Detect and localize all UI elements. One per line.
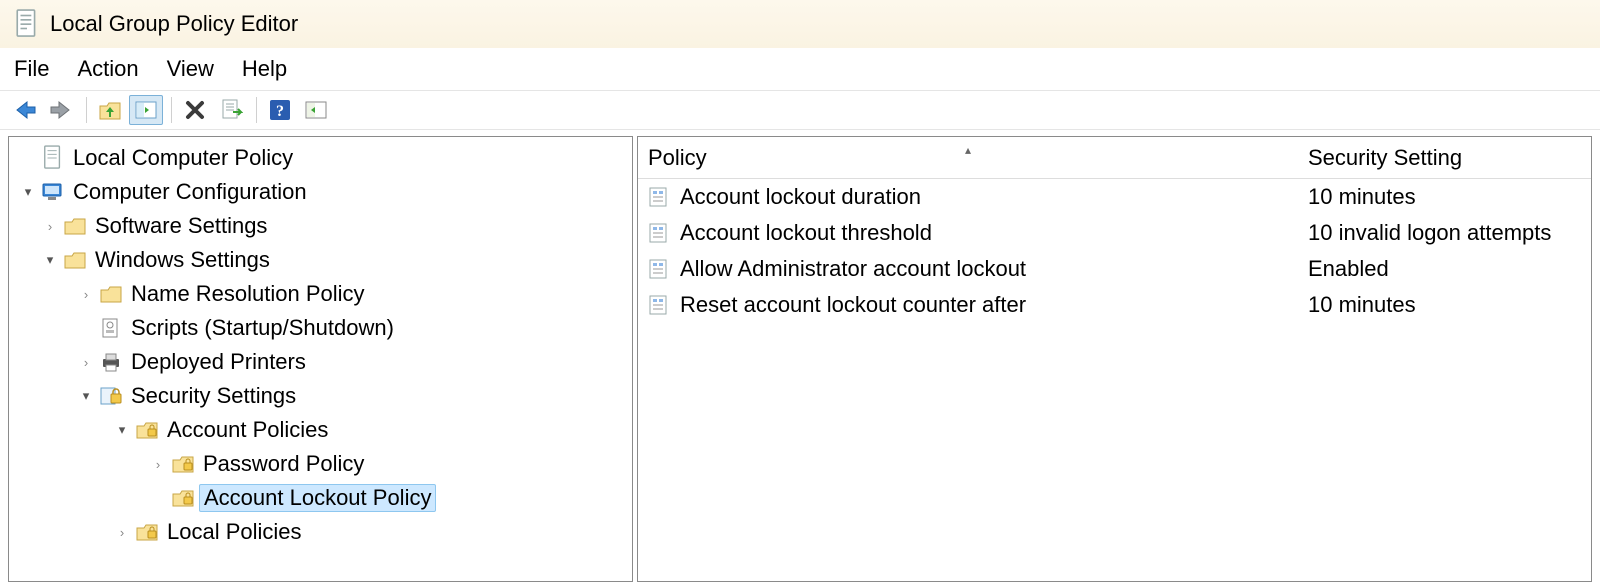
policy-tree[interactable]: ▶ Local Computer Policy ▾ Computer Confi… — [9, 137, 632, 549]
tree-pane[interactable]: ▶ Local Computer Policy ▾ Computer Confi… — [8, 136, 633, 582]
tree-label: Scripts (Startup/Shutdown) — [131, 315, 394, 341]
main-split: ▶ Local Computer Policy ▾ Computer Confi… — [0, 130, 1600, 582]
toggle-pane-button[interactable] — [299, 95, 333, 125]
tree-node-deployed-printers[interactable]: › Deployed Printers — [19, 345, 632, 379]
toolbar-separator — [171, 97, 172, 123]
tree-label: Name Resolution Policy — [131, 281, 365, 307]
policy-name: Reset account lockout counter after — [680, 292, 1026, 318]
menu-file[interactable]: File — [14, 56, 49, 82]
tree-label: Account Lockout Policy — [199, 484, 436, 512]
policy-value: 10 minutes — [1298, 292, 1591, 318]
list-pane[interactable]: ▴ Policy Security Setting Account lockou… — [637, 136, 1592, 582]
tree-node-security-settings[interactable]: ▾ Security Settings — [19, 379, 632, 413]
policy-name: Account lockout threshold — [680, 220, 932, 246]
folder-icon — [63, 214, 87, 238]
show-hide-tree-button[interactable] — [129, 95, 163, 125]
policy-item-icon — [648, 222, 670, 244]
column-label: Security Setting — [1308, 145, 1462, 170]
list-item[interactable]: Account lockout duration 10 minutes — [638, 179, 1591, 215]
forward-button[interactable] — [44, 95, 78, 125]
tree-node-computer-configuration[interactable]: ▾ Computer Configuration — [19, 175, 632, 209]
gpedit-icon — [41, 146, 65, 170]
sort-ascending-icon: ▴ — [965, 143, 971, 157]
tree-label: Deployed Printers — [131, 349, 306, 375]
list-item[interactable]: Reset account lockout counter after 10 m… — [638, 287, 1591, 323]
gpedit-icon — [14, 9, 40, 39]
toolbar-separator — [256, 97, 257, 123]
tree-label: Account Policies — [167, 417, 328, 443]
title-bar: Local Group Policy Editor — [0, 0, 1600, 48]
tree-label: Computer Configuration — [73, 179, 307, 205]
tree-node-scripts[interactable]: › Scripts (Startup/Shutdown) — [19, 311, 632, 345]
tree-label: Software Settings — [95, 213, 267, 239]
policy-item-icon — [648, 294, 670, 316]
column-header-security-setting[interactable]: Security Setting — [1298, 145, 1591, 171]
policy-name: Allow Administrator account lockout — [680, 256, 1026, 282]
expander-closed-icon[interactable]: › — [77, 285, 95, 303]
menu-help[interactable]: Help — [242, 56, 287, 82]
expander-closed-icon[interactable]: › — [149, 455, 167, 473]
policy-item-icon — [648, 258, 670, 280]
export-list-button[interactable] — [214, 95, 248, 125]
column-header-policy[interactable]: ▴ Policy — [638, 145, 1298, 171]
toolbar-separator — [86, 97, 87, 123]
svg-text:?: ? — [276, 103, 284, 120]
list-item[interactable]: Allow Administrator account lockout Enab… — [638, 251, 1591, 287]
tree-label: Local Policies — [167, 519, 302, 545]
expander-open-icon[interactable]: ▾ — [77, 387, 95, 405]
folder-icon — [99, 282, 123, 306]
toolbar: ? — [0, 90, 1600, 130]
tree-node-software-settings[interactable]: › Software Settings — [19, 209, 632, 243]
policy-value: 10 invalid logon attempts — [1298, 220, 1591, 246]
tree-label: Windows Settings — [95, 247, 270, 273]
menu-view[interactable]: View — [167, 56, 214, 82]
expander-open-icon[interactable]: ▾ — [19, 183, 37, 201]
scripts-icon — [99, 316, 123, 340]
policy-name: Account lockout duration — [680, 184, 921, 210]
tree-node-local-policies[interactable]: › Local Policies — [19, 515, 632, 549]
policy-item-icon — [648, 186, 670, 208]
expander-closed-icon[interactable]: › — [113, 523, 131, 541]
folder-lock-icon — [171, 486, 195, 510]
tree-node-account-lockout-policy[interactable]: › Account Lockout Policy — [19, 481, 632, 515]
expander-closed-icon[interactable]: › — [41, 217, 59, 235]
printer-icon — [99, 350, 123, 374]
tree-label: Local Computer Policy — [73, 145, 293, 171]
menu-action[interactable]: Action — [77, 56, 138, 82]
expander-open-icon[interactable]: ▾ — [113, 421, 131, 439]
column-label: Policy — [648, 145, 707, 170]
menu-bar: File Action View Help — [0, 48, 1600, 90]
tree-node-password-policy[interactable]: › Password Policy — [19, 447, 632, 481]
policy-value: 10 minutes — [1298, 184, 1591, 210]
tree-node-root[interactable]: ▶ Local Computer Policy — [19, 141, 632, 175]
list-item[interactable]: Account lockout threshold 10 invalid log… — [638, 215, 1591, 251]
tree-node-account-policies[interactable]: ▾ Account Policies — [19, 413, 632, 447]
up-button[interactable] — [93, 95, 127, 125]
computer-icon — [41, 180, 65, 204]
folder-lock-icon — [171, 452, 195, 476]
expander-closed-icon[interactable]: › — [77, 353, 95, 371]
expander-open-icon[interactable]: ▾ — [41, 251, 59, 269]
tree-label: Password Policy — [203, 451, 364, 477]
tree-label: Security Settings — [131, 383, 296, 409]
security-settings-icon — [99, 384, 123, 408]
tree-node-name-resolution-policy[interactable]: › Name Resolution Policy — [19, 277, 632, 311]
folder-lock-icon — [135, 520, 159, 544]
folder-lock-icon — [135, 418, 159, 442]
back-button[interactable] — [8, 95, 42, 125]
folder-icon — [63, 248, 87, 272]
help-button[interactable]: ? — [263, 95, 297, 125]
policy-value: Enabled — [1298, 256, 1591, 282]
delete-button[interactable] — [178, 95, 212, 125]
tree-node-windows-settings[interactable]: ▾ Windows Settings — [19, 243, 632, 277]
window-title: Local Group Policy Editor — [50, 11, 298, 37]
list-header: ▴ Policy Security Setting — [638, 137, 1591, 179]
